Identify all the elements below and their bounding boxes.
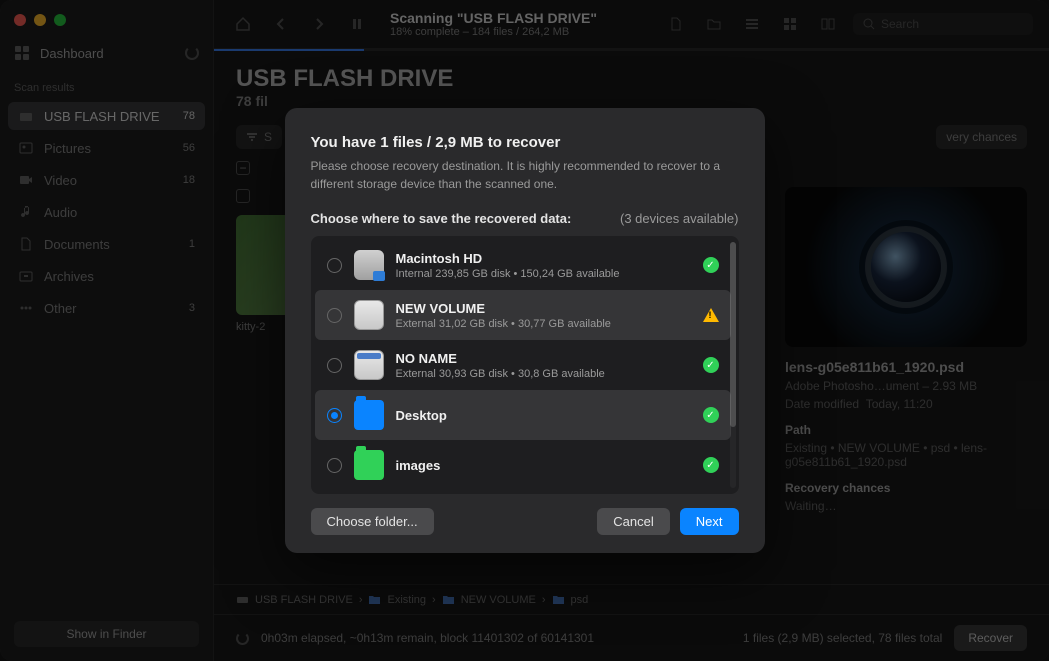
modal-choose-label: Choose where to save the recovered data: xyxy=(311,211,572,226)
device-row-new-volume[interactable]: NEW VOLUME External 31,02 GB disk • 30,7… xyxy=(315,290,731,340)
recovery-destination-modal: You have 1 files / 2,9 MB to recover Ple… xyxy=(285,108,765,553)
scrollbar[interactable] xyxy=(730,242,736,488)
device-row-desktop[interactable]: Desktop xyxy=(315,390,731,440)
device-name: images xyxy=(396,458,691,473)
device-name: NEW VOLUME xyxy=(396,301,691,316)
status-warning-icon xyxy=(703,308,719,322)
status-ok-icon xyxy=(703,457,719,473)
radio-button[interactable] xyxy=(327,408,342,423)
choose-folder-button[interactable]: Choose folder... xyxy=(311,508,434,535)
device-detail: External 31,02 GB disk • 30,77 GB availa… xyxy=(396,318,691,330)
external-drive-icon xyxy=(354,300,384,330)
device-row-images[interactable]: images xyxy=(315,440,731,490)
modal-device-count: (3 devices available) xyxy=(620,211,739,226)
device-detail: External 30,93 GB disk • 30,8 GB availab… xyxy=(396,368,691,380)
device-row-no-name[interactable]: NO NAME External 30,93 GB disk • 30,8 GB… xyxy=(315,340,731,390)
folder-icon xyxy=(354,400,384,430)
radio-button[interactable] xyxy=(327,358,342,373)
next-button[interactable]: Next xyxy=(680,508,739,535)
device-detail: Internal 239,85 GB disk • 150,24 GB avai… xyxy=(396,268,691,280)
device-name: Desktop xyxy=(396,408,691,423)
hdd-icon xyxy=(354,250,384,280)
modal-description: Please choose recovery destination. It i… xyxy=(311,157,739,193)
device-list: Macintosh HD Internal 239,85 GB disk • 1… xyxy=(311,236,739,494)
modal-title: You have 1 files / 2,9 MB to recover xyxy=(311,134,739,151)
radio-button[interactable] xyxy=(327,258,342,273)
radio-button[interactable] xyxy=(327,308,342,323)
status-ok-icon xyxy=(703,257,719,273)
status-ok-icon xyxy=(703,357,719,373)
device-row-macintosh-hd[interactable]: Macintosh HD Internal 239,85 GB disk • 1… xyxy=(315,240,731,290)
folder-icon xyxy=(354,450,384,480)
device-name: NO NAME xyxy=(396,351,691,366)
radio-button[interactable] xyxy=(327,458,342,473)
status-ok-icon xyxy=(703,407,719,423)
device-name: Macintosh HD xyxy=(396,251,691,266)
cancel-button[interactable]: Cancel xyxy=(597,508,669,535)
external-drive-icon xyxy=(354,350,384,380)
